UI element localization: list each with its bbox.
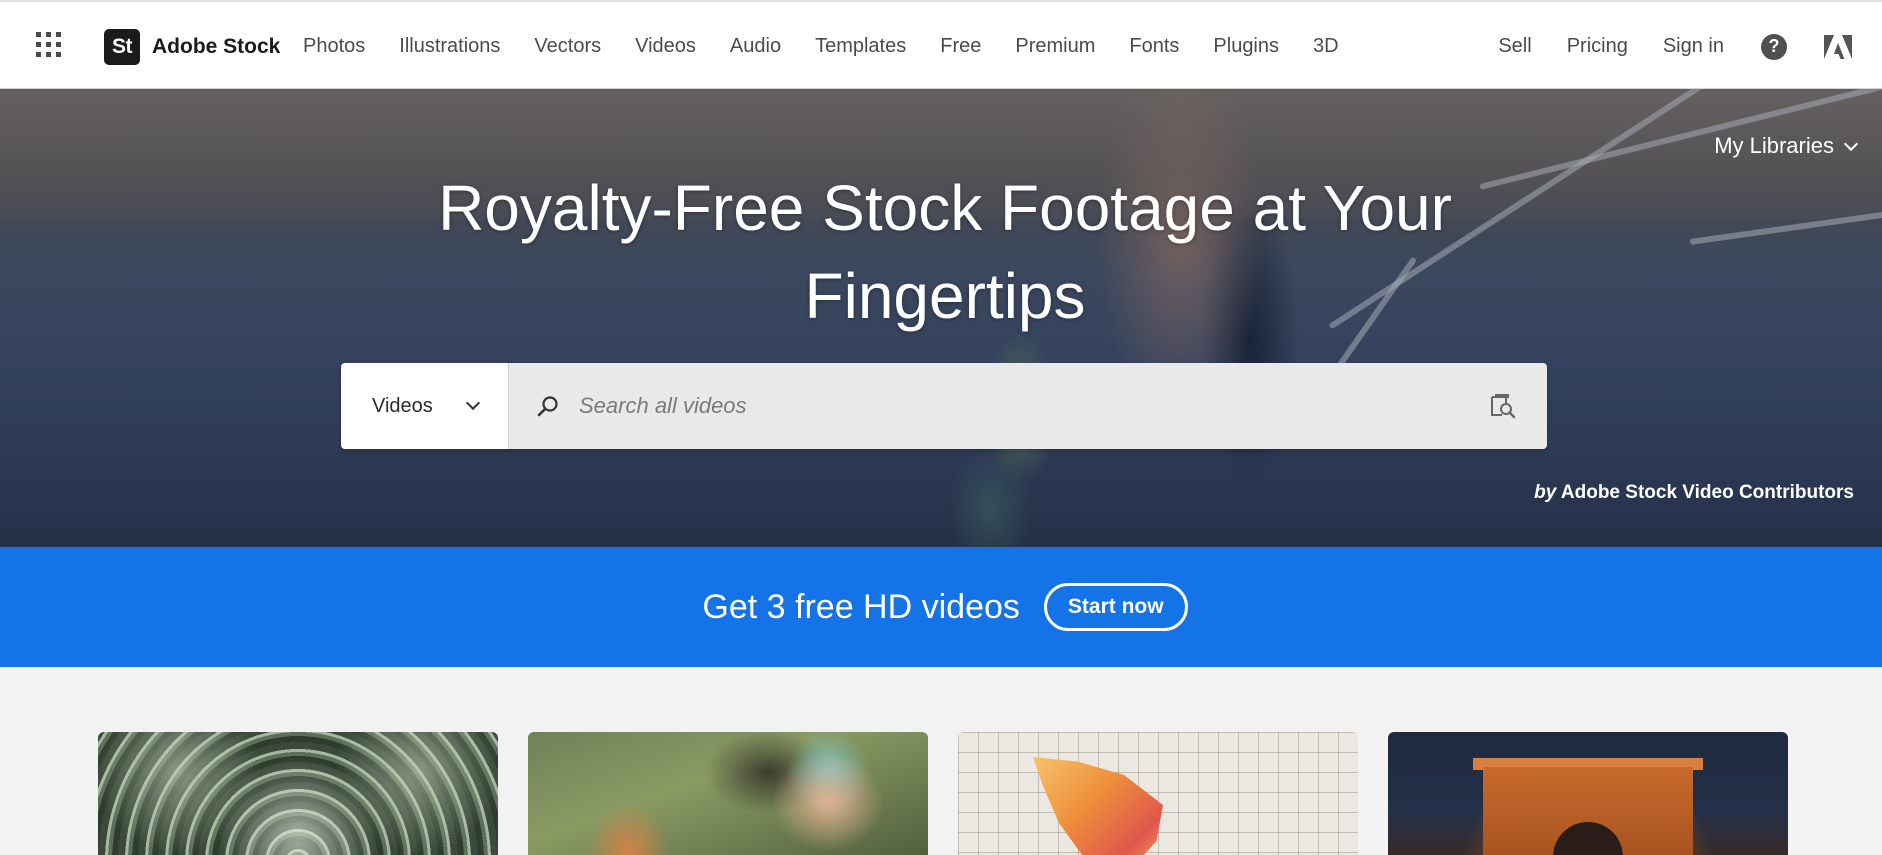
search-input[interactable] bbox=[579, 393, 1489, 419]
collection-card[interactable] bbox=[98, 732, 498, 855]
search-bar: Videos bbox=[341, 363, 1547, 449]
apps-grid-icon[interactable] bbox=[36, 32, 62, 58]
nav-templates[interactable]: Templates bbox=[815, 35, 906, 58]
hero-banner: My Libraries Royalty-Free Stock Footage … bbox=[0, 89, 1882, 547]
hero-title: Royalty-Free Stock Footage at Your Finge… bbox=[0, 164, 1882, 340]
nav-videos[interactable]: Videos bbox=[635, 35, 696, 58]
credit-by: by bbox=[1534, 482, 1557, 503]
card-thumbnail bbox=[1483, 767, 1693, 855]
my-libraries-label: My Libraries bbox=[1714, 133, 1834, 158]
featured-collections bbox=[98, 732, 1790, 855]
hero-title-line-1: Royalty-Free Stock Footage at Your bbox=[438, 172, 1452, 244]
collection-card[interactable] bbox=[1388, 732, 1788, 855]
brand-name: Adobe Stock bbox=[152, 35, 281, 58]
adobe-stock-logo-icon: St bbox=[104, 29, 140, 65]
nav-plugins[interactable]: Plugins bbox=[1213, 35, 1279, 58]
nav-free[interactable]: Free bbox=[940, 35, 981, 58]
search-field bbox=[509, 363, 1547, 449]
credit-link[interactable]: Adobe Stock Video Contributors bbox=[1561, 482, 1854, 503]
nav-vectors[interactable]: Vectors bbox=[534, 35, 601, 58]
sign-in-link[interactable]: Sign in bbox=[1663, 35, 1724, 58]
image-credit: by Adobe Stock Video Contributors bbox=[1534, 482, 1854, 504]
help-icon[interactable]: ? bbox=[1761, 33, 1787, 60]
start-now-button[interactable]: Start now bbox=[1043, 583, 1188, 631]
chevron-down-icon bbox=[465, 395, 481, 411]
nav-fonts[interactable]: Fonts bbox=[1129, 35, 1179, 58]
asset-type-value: Videos bbox=[372, 394, 433, 417]
category-nav: Photos Illustrations Vectors Videos Audi… bbox=[286, 2, 1356, 91]
nav-illustrations[interactable]: Illustrations bbox=[399, 35, 500, 58]
visual-search-icon[interactable] bbox=[1489, 393, 1517, 419]
sell-link[interactable]: Sell bbox=[1498, 35, 1531, 58]
nav-photos[interactable]: Photos bbox=[303, 35, 365, 58]
hero-title-line-2: Fingertips bbox=[804, 260, 1086, 332]
top-navigation-bar: St Adobe Stock Photos Illustrations Vect… bbox=[0, 0, 1882, 89]
collection-card[interactable] bbox=[958, 732, 1358, 855]
nav-premium[interactable]: Premium bbox=[1015, 35, 1095, 58]
adobe-logo-icon[interactable] bbox=[1824, 34, 1852, 59]
brand-home-link[interactable]: St Adobe Stock bbox=[104, 29, 280, 65]
pricing-link[interactable]: Pricing bbox=[1567, 35, 1628, 58]
nav-3d[interactable]: 3D bbox=[1313, 35, 1339, 58]
chevron-down-icon bbox=[1843, 136, 1859, 151]
card-thumbnail bbox=[1033, 757, 1163, 855]
collection-card[interactable] bbox=[528, 732, 928, 855]
account-nav: Sell Pricing Sign in ? bbox=[1463, 2, 1852, 91]
search-icon bbox=[537, 396, 558, 417]
asset-type-select[interactable]: Videos bbox=[341, 363, 509, 449]
free-videos-promo: Get 3 free HD videos Start now bbox=[0, 547, 1882, 667]
promo-text: Get 3 free HD videos bbox=[702, 587, 1020, 626]
my-libraries-dropdown[interactable]: My Libraries bbox=[1714, 133, 1859, 159]
nav-audio[interactable]: Audio bbox=[730, 35, 781, 58]
